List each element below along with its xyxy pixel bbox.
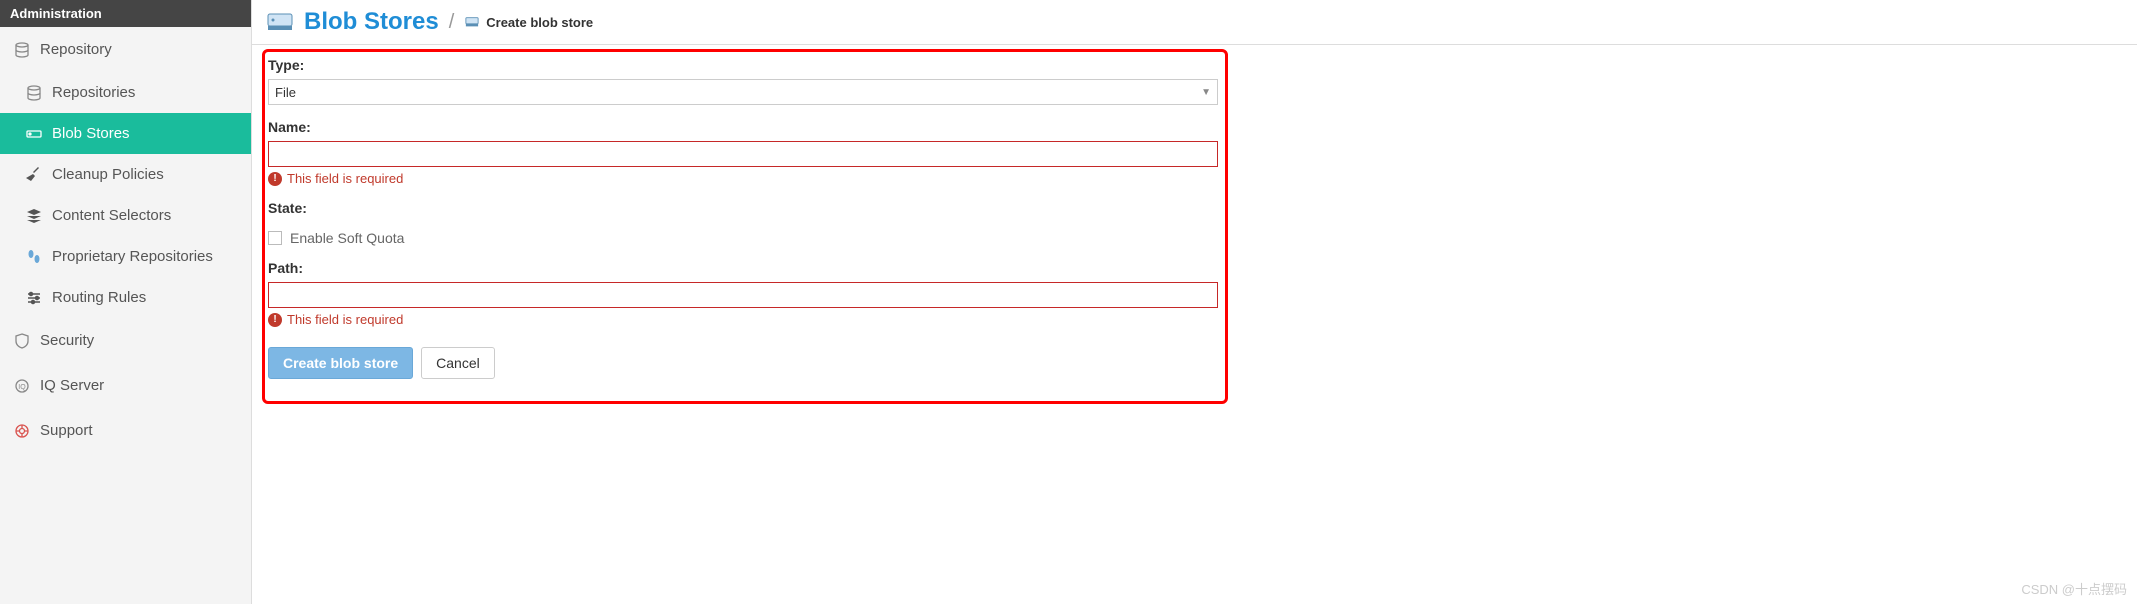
breadcrumb: Blob Stores / Create blob store [252,0,2137,45]
name-label: Name: [268,119,1218,135]
content-wrap: Type: File ▼ Name: ! This field is requi… [252,45,2137,604]
state-label: State: [268,200,1218,216]
svg-text:IQ: IQ [18,384,26,391]
name-input[interactable] [268,141,1218,167]
steps-icon [26,249,42,265]
main-area: Blob Stores / Create blob store Type: Fi… [252,0,2137,604]
quota-label: Enable Soft Quota [290,230,404,246]
layers-icon [26,208,42,224]
hdd-icon [26,126,42,142]
nav-group-security[interactable]: Security [0,318,251,363]
sidebar-item-content-selectors[interactable]: Content Selectors [0,195,251,236]
breadcrumb-sub-label: Create blob store [486,15,593,30]
page-title[interactable]: Blob Stores [304,8,439,36]
nav-group-label: Security [40,332,94,349]
nav-group-repository[interactable]: Repository [0,27,251,72]
field-type: Type: File ▼ [268,57,1218,105]
error-text: This field is required [287,171,403,186]
watermark: CSDN @十点摆码 [2021,579,2127,598]
type-select-value: File [275,85,296,100]
sliders-icon [26,290,42,306]
sidebar-item-repositories[interactable]: Repositories [0,72,251,113]
path-error: ! This field is required [268,312,1218,327]
nav-group-iq-server[interactable]: IQ IQ Server [0,363,251,408]
hdd-icon [266,10,294,34]
lifebuoy-icon [14,423,30,439]
field-state: State: [268,200,1218,216]
sidebar-item-cleanup-policies[interactable]: Cleanup Policies [0,154,251,195]
sidebar-item-label: Cleanup Policies [52,166,164,183]
type-label: Type: [268,57,1218,73]
name-error: ! This field is required [268,171,1218,186]
sidebar-item-label: Blob Stores [52,125,130,142]
button-row: Create blob store Cancel [268,347,1218,379]
create-button[interactable]: Create blob store [268,347,413,379]
quota-checkbox[interactable] [268,231,282,245]
nav-group-label: IQ Server [40,377,104,394]
sidebar-item-label: Content Selectors [52,207,171,224]
nav-group-label: Repository [40,41,112,58]
sidebar-item-label: Repositories [52,84,135,101]
sidebar: Administration Repository Repositories B… [0,0,252,604]
sidebar-item-label: Proprietary Repositories [52,248,213,265]
field-soft-quota: Enable Soft Quota [268,230,1218,246]
hdd-icon [464,14,480,30]
database-icon [26,85,42,101]
error-icon: ! [268,313,282,327]
breadcrumb-separator: / [449,11,455,34]
sidebar-item-proprietary-repositories[interactable]: Proprietary Repositories [0,236,251,277]
nav-group-label: Support [40,422,93,439]
field-path: Path: ! This field is required [268,260,1218,327]
type-select[interactable]: File ▼ [268,79,1218,105]
sidebar-item-blob-stores[interactable]: Blob Stores [0,113,251,154]
sidebar-item-label: Routing Rules [52,289,146,306]
error-text: This field is required [287,312,403,327]
broom-icon [26,167,42,183]
nav-group-support[interactable]: Support [0,408,251,453]
database-icon [14,42,30,58]
sidebar-header: Administration [0,0,251,27]
error-icon: ! [268,172,282,186]
cancel-button[interactable]: Cancel [421,347,495,379]
path-input[interactable] [268,282,1218,308]
field-name: Name: ! This field is required [268,119,1218,186]
breadcrumb-sub: Create blob store [464,14,593,30]
iq-icon: IQ [14,378,30,394]
path-label: Path: [268,260,1218,276]
form-panel: Type: File ▼ Name: ! This field is requi… [268,57,1218,379]
shield-icon [14,333,30,349]
chevron-down-icon: ▼ [1201,87,1211,98]
sidebar-item-routing-rules[interactable]: Routing Rules [0,277,251,318]
